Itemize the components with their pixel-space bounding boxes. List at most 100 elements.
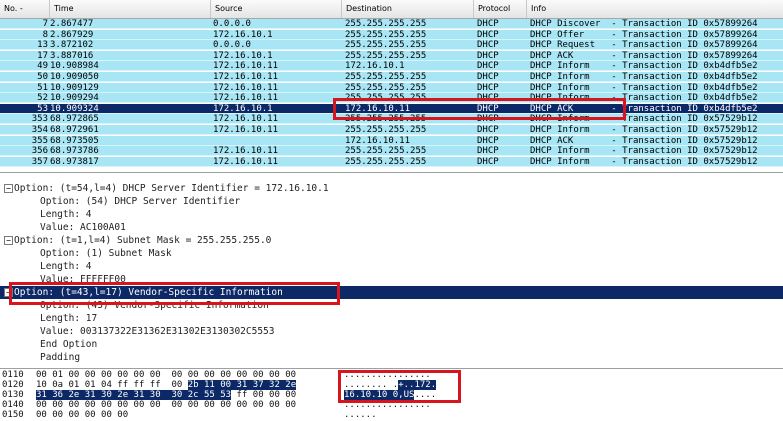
column-header-destination[interactable]: Destination: [342, 0, 474, 18]
detail-text: Option: (43) Vendor-Specific Information: [40, 300, 269, 311]
hex-offset: 0150: [2, 410, 24, 420]
packet-row[interactable]: 357 68.973817 172.16.10.11 255.255.255.255 D…: [0, 156, 783, 167]
packet-protocol: DHCP: [477, 156, 499, 167]
ascii-bytes: ................: [344, 370, 431, 380]
detail-tree-leaf[interactable]: Option: (43) Vendor-Specific Information: [0, 299, 783, 312]
packet-time: 10.909294: [50, 93, 99, 104]
column-header-source[interactable]: Source: [211, 0, 342, 18]
detail-tree-leaf[interactable]: Padding: [0, 351, 783, 364]
packet-row[interactable]: 8 2.867929 172.16.10.1 255.255.255.255 DHCP D…: [0, 29, 783, 40]
packet-number: 356: [31, 146, 48, 157]
packet-number: 52: [37, 93, 48, 104]
column-header-info[interactable]: Info: [527, 0, 783, 18]
hex-dump-line[interactable]: 0110 00 01 00 00 00 00 00 00 00 00 00 00 …: [0, 370, 783, 380]
detail-text: Value: AC100A01: [40, 222, 126, 233]
detail-text: Length: 4: [40, 261, 92, 272]
minus-box-icon[interactable]: −: [4, 184, 13, 193]
minus-box-icon[interactable]: −: [4, 236, 13, 245]
packet-time: 2.867929: [50, 29, 94, 40]
detail-tree-leaf[interactable]: Length: 4: [0, 260, 783, 273]
packet-info: DHCP Offer - Transaction ID 0x57899264: [530, 29, 758, 40]
detail-text: Padding: [40, 352, 81, 363]
packet-info: DHCP Inform - Transaction ID 0x57529b12: [530, 146, 758, 157]
hex-bytes: 00 01 00 00 00 00 00 00 00 00 00 00 00 0…: [36, 370, 297, 380]
packet-row[interactable]: 355 68.973505 172.16.10.11 DHCP DHCP ACK - T…: [0, 135, 783, 146]
packet-protocol: DHCP: [477, 114, 499, 125]
packet-info: DHCP Inform - Transaction ID 0x57529b12: [530, 156, 758, 167]
packet-time: 10.909129: [50, 82, 99, 93]
packet-protocol: DHCP: [477, 103, 499, 114]
hex-bytes-selected: 2b 11 00 31 37 32 2e: [187, 380, 297, 390]
packet-protocol: DHCP: [477, 146, 499, 157]
detail-tree-leaf[interactable]: Length: 17: [0, 312, 783, 325]
detail-tree-node[interactable]: − Option: (t=54,l=4) DHCP Server Identifi…: [0, 182, 783, 195]
packet-number: 7: [42, 19, 48, 29]
packet-list-pane: No. - Time Source Destination Protocol I…: [0, 0, 783, 173]
packet-source: 172.16.10.11: [213, 72, 279, 82]
packet-row[interactable]: 50 10.909050 172.16.10.11 255.255.255.255 DH…: [0, 72, 783, 82]
packet-info: DHCP Inform - Transaction ID 0xb4dfb5e2: [530, 82, 758, 93]
hex-bytes: 00 00 00 00 00 00 00 00 00 00 00 00 00 0…: [36, 400, 297, 410]
packet-info: DHCP ACK - Transaction ID 0xb4dfb5e2: [530, 103, 758, 114]
detail-tree-node[interactable]: − Option: (t=1,l=4) Subnet Mask = 255.255…: [0, 234, 783, 247]
packet-row[interactable]: 354 68.972961 172.16.10.11 255.255.255.255 D…: [0, 125, 783, 135]
packet-protocol: DHCP: [477, 50, 499, 61]
hex-dump-line[interactable]: 0150 00 00 00 00 00 00......: [0, 410, 783, 420]
packet-destination: 255.255.255.255: [345, 72, 427, 82]
packet-info: DHCP Inform - Transaction ID 0xb4dfb5e2: [530, 61, 758, 72]
ascii-bytes: ......: [344, 410, 377, 420]
packet-number: 53: [37, 103, 48, 114]
packet-time: 2.867477: [50, 19, 94, 29]
detail-tree-leaf[interactable]: Value: FFFFFF00: [0, 273, 783, 286]
column-header-time[interactable]: Time: [50, 0, 211, 18]
packet-protocol: DHCP: [477, 135, 499, 146]
detail-tree-leaf[interactable]: Value: AC100A01: [0, 221, 783, 234]
packet-number: 17: [37, 50, 48, 61]
packet-row[interactable]: 353 68.972865 172.16.10.11 255.255.255.255 D…: [0, 114, 783, 125]
packet-time: 3.887016: [50, 50, 94, 61]
minus-box-icon[interactable]: −: [4, 288, 13, 297]
hex-bytes: 10 0a 01 01 04 ff ff ff 00: [36, 380, 188, 390]
packet-row[interactable]: 49 10.908984 172.16.10.11 172.16.10.1 DHCP DH…: [0, 61, 783, 72]
detail-tree-leaf[interactable]: Option: (54) DHCP Server Identifier: [0, 195, 783, 208]
detail-tree-leaf[interactable]: End Option: [0, 338, 783, 351]
packet-time: 68.973817: [50, 156, 99, 167]
packet-row[interactable]: 13 3.872102 0.0.0.0 255.255.255.255 DHCP DHCP…: [0, 40, 783, 51]
packet-protocol: DHCP: [477, 125, 499, 135]
packet-row[interactable]: 53 10.909324 172.16.10.1 172.16.10.11 DHCP DH…: [0, 103, 783, 114]
packet-row[interactable]: 356 68.973786 172.16.10.11 255.255.255.255 D…: [0, 146, 783, 157]
packet-time: 10.909324: [50, 103, 99, 114]
packet-time: 10.908984: [50, 61, 99, 72]
column-header-protocol[interactable]: Protocol: [474, 0, 527, 18]
packet-protocol: DHCP: [477, 19, 499, 29]
detail-text: Option: (t=54,l=4) DHCP Server Identifie…: [14, 183, 329, 194]
packet-destination: 255.255.255.255: [345, 19, 427, 29]
detail-tree-node[interactable]: − Option: (t=43,l=17) Vendor-Specific Inf…: [0, 286, 783, 299]
packet-info: DHCP Discover - Transaction ID 0x5789926…: [530, 19, 758, 29]
packet-time: 68.972865: [50, 114, 99, 125]
packet-time: 3.872102: [50, 40, 94, 51]
packet-protocol: DHCP: [477, 29, 499, 40]
packet-number: 354: [31, 125, 48, 135]
detail-text: Length: 17: [40, 313, 98, 324]
packet-row[interactable]: 7 2.867477 0.0.0.0 255.255.255.255 DHCP DHCP …: [0, 19, 783, 29]
packet-destination: 255.255.255.255: [345, 146, 427, 157]
detail-tree-leaf[interactable]: Option: (1) Subnet Mask: [0, 247, 783, 260]
packet-row[interactable]: 17 3.887016 172.16.10.1 255.255.255.255 DHCP…: [0, 50, 783, 61]
detail-tree-leaf[interactable]: Value: 003137322E31362E31302E3130302C555…: [0, 325, 783, 338]
packet-row[interactable]: 52 10.909294 172.16.10.11 255.255.255.255 DH…: [0, 93, 783, 104]
hex-dump-line[interactable]: 0120 10 0a 01 01 04 ff ff ff 00 2b 11 00 …: [0, 380, 783, 390]
detail-tree-leaf[interactable]: Length: 4: [0, 208, 783, 221]
hex-dump-line[interactable]: 0130 31 36 2e 31 30 2e 31 30 30 2c 55 53 …: [0, 390, 783, 400]
packet-info: DHCP Inform - Transaction ID 0x57529b12: [530, 125, 758, 135]
packet-source: 172.16.10.11: [213, 125, 279, 135]
hex-dump-line[interactable]: 0140 00 00 00 00 00 00 00 00 00 00 00 00 …: [0, 400, 783, 410]
ascii-bytes: ................: [344, 400, 431, 410]
column-header-no[interactable]: No. -: [0, 0, 50, 18]
packet-destination: 255.255.255.255: [345, 156, 427, 167]
packet-info: DHCP ACK - Transaction ID 0x57529b12: [530, 135, 758, 146]
packet-number: 353: [31, 114, 48, 125]
packet-row[interactable]: 51 10.909129 172.16.10.11 255.255.255.255 DH…: [0, 82, 783, 93]
packet-info: DHCP Request - Transaction ID 0x57899264: [530, 40, 758, 51]
packet-destination: 172.16.10.1: [345, 61, 405, 72]
